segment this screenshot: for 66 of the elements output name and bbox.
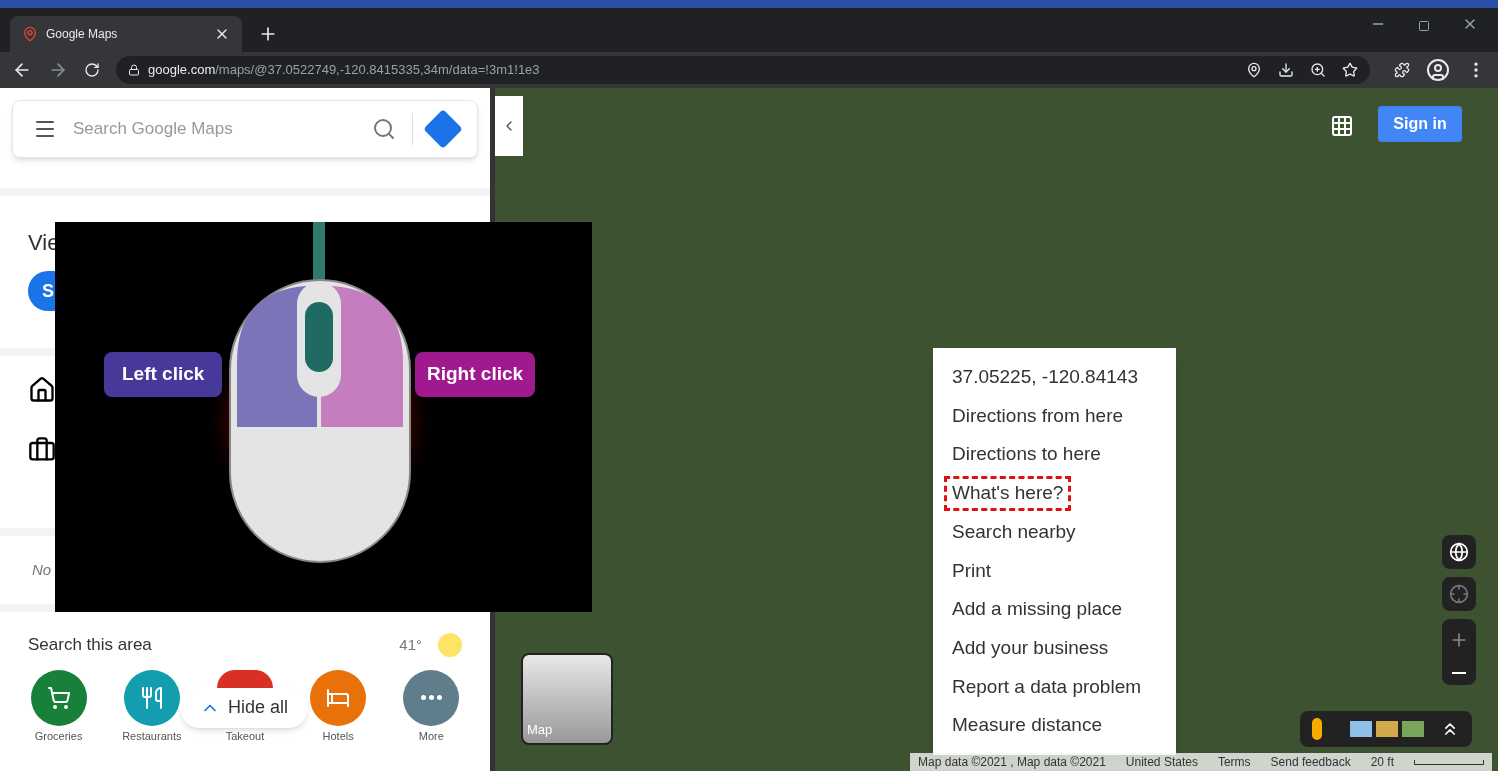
- menu-item[interactable]: Search nearby: [947, 517, 1081, 547]
- tab-title: Google Maps: [46, 26, 119, 43]
- home-icon[interactable]: [28, 376, 56, 404]
- menu-item[interactable]: Directions from here: [947, 401, 1129, 431]
- lock-icon: [128, 64, 140, 76]
- address-bar[interactable]: google.com/maps/@37.0522749,-120.8415335,34m/data=!3m1!1e3: [116, 56, 1370, 84]
- zoom-control[interactable]: [1442, 619, 1476, 685]
- menu-item[interactable]: Print: [947, 556, 997, 586]
- reload-icon[interactable]: [84, 62, 100, 78]
- scale-bar: [1414, 759, 1484, 765]
- right-click-label: Right click: [415, 352, 536, 397]
- location-button[interactable]: [1442, 577, 1476, 611]
- more-icon: [420, 695, 442, 700]
- menu-item[interactable]: 37.05225, -120.84143: [947, 363, 1143, 392]
- zoom-icon[interactable]: [1310, 62, 1326, 78]
- category-label: Groceries: [34, 728, 83, 744]
- terrain-thumbnail[interactable]: [1350, 721, 1372, 737]
- footer-link: Map data ©2021 , Map data ©2021: [918, 754, 1106, 771]
- search-icon[interactable]: [372, 117, 396, 141]
- menu-item[interactable]: What's here?: [947, 479, 1069, 508]
- briefcase-icon[interactable]: [28, 436, 56, 464]
- footer-link[interactable]: Send feedback: [1270, 753, 1351, 771]
- globe-icon: [1449, 542, 1469, 562]
- footer-link[interactable]: United States: [1125, 753, 1198, 771]
- footer-link[interactable]: Terms: [1217, 753, 1251, 771]
- apps-grid-icon[interactable]: [1330, 114, 1354, 138]
- map-pin-icon: [22, 26, 38, 42]
- globe-button[interactable]: [1442, 535, 1476, 569]
- install-icon[interactable]: [1278, 62, 1294, 78]
- minus-icon: [1452, 672, 1466, 674]
- chip[interactable]: S: [28, 271, 55, 311]
- layer-label: Map: [527, 720, 553, 739]
- location-blocked-icon[interactable]: [1246, 62, 1262, 78]
- menu-item[interactable]: Measure distance: [947, 711, 1107, 740]
- terrain-thumbnail[interactable]: [1402, 721, 1424, 737]
- extensions-icon[interactable]: [1394, 62, 1410, 78]
- url-text: google.com/maps/@37.0522749,-120.8415335,34m/data=!3m1!1e3: [148, 61, 541, 80]
- menu-item[interactable]: Add your business: [947, 633, 1114, 663]
- search-field[interactable]: Search Google Maps: [73, 116, 356, 142]
- left-click-label: Left click: [104, 352, 223, 397]
- menu-item[interactable]: Report a data problem: [947, 672, 1147, 702]
- temperature: 41°: [399, 634, 422, 655]
- scale-label: 20 ft: [1370, 754, 1394, 771]
- note-text: No: [32, 559, 52, 580]
- category-label: Restaurants: [122, 728, 182, 744]
- category-label: More: [418, 728, 444, 744]
- sun-icon: [438, 632, 462, 657]
- bookmark-star-icon[interactable]: [1342, 62, 1358, 78]
- category-label: Hotels: [322, 728, 354, 744]
- hide-all-button[interactable]: Hide all: [180, 687, 309, 728]
- profile-icon[interactable]: [1426, 58, 1450, 82]
- terrain-thumbnail[interactable]: [1376, 721, 1398, 737]
- category-label: Takeout: [225, 728, 265, 744]
- menu-item[interactable]: Add a missing place: [947, 595, 1128, 624]
- layers-bar[interactable]: [1300, 711, 1472, 747]
- maximize-icon[interactable]: [1418, 20, 1430, 32]
- area-title: Search this area: [28, 634, 153, 656]
- crosshair-icon: [1449, 584, 1469, 604]
- search-bar[interactable]: Search Google Maps: [12, 100, 478, 158]
- menu-item[interactable]: Directions to here: [947, 440, 1106, 469]
- sign-in-button[interactable]: Sign in: [1378, 106, 1462, 142]
- category-button[interactable]: [216, 669, 273, 688]
- cart-icon: [46, 685, 71, 710]
- browser-tab[interactable]: Google Maps: [10, 16, 242, 52]
- pegman-icon[interactable]: [1312, 718, 1322, 740]
- food-icon: [139, 685, 164, 710]
